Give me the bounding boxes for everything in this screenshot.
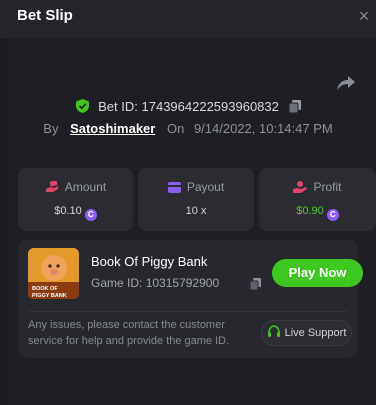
headset-icon xyxy=(267,325,280,337)
coin-hand-icon xyxy=(293,181,308,193)
amount-label: Amount xyxy=(64,180,107,194)
copy-icon[interactable] xyxy=(288,100,301,113)
bet-slip-header: Bet Slip × xyxy=(0,0,376,38)
divider xyxy=(28,311,348,312)
payout-value: 10 x xyxy=(185,205,207,217)
profit-label: Profit xyxy=(313,180,342,194)
shield-check-icon xyxy=(75,99,89,113)
game-id-value: 10315792900 xyxy=(145,276,220,290)
money-hand-icon xyxy=(45,181,58,192)
live-support-label: Live Support xyxy=(284,327,347,339)
game-id-line: Game ID: 10315792900 xyxy=(91,276,219,290)
svg-text:BOOK OF: BOOK OF xyxy=(32,286,58,292)
payout-card: Payout 10 x xyxy=(138,168,254,231)
bet-id-label: Bet ID: xyxy=(98,99,138,114)
by-label: By xyxy=(43,121,59,136)
live-support-button[interactable]: Live Support xyxy=(261,320,352,346)
share-icon[interactable] xyxy=(336,74,356,92)
game-name: Book Of Piggy Bank xyxy=(91,254,208,269)
bet-id-value: 1743964222593960832 xyxy=(141,99,279,114)
profit-value: $0.90 xyxy=(296,205,324,217)
game-card: BOOK OF PIGGY BANK Book Of Piggy Bank Ga… xyxy=(18,240,363,358)
amount-value: $0.10 xyxy=(54,205,82,217)
on-label: On xyxy=(166,121,185,136)
game-id-label: Game ID: xyxy=(91,276,143,290)
play-now-button[interactable]: Play Now xyxy=(272,259,363,287)
username-link[interactable]: Satoshimaker xyxy=(70,121,155,136)
copy-icon[interactable] xyxy=(250,278,261,290)
svg-text:PIGGY BANK: PIGGY BANK xyxy=(32,293,67,299)
amount-card: Amount $0.10 C xyxy=(18,168,133,231)
piggy-bank-image: BOOK OF PIGGY BANK xyxy=(28,248,79,299)
coin-icon: C xyxy=(84,209,97,221)
game-thumbnail[interactable]: BOOK OF PIGGY BANK xyxy=(28,248,79,299)
support-message: Any issues, please contact the customer … xyxy=(28,319,230,347)
wallet-icon xyxy=(167,182,181,193)
profit-card: Profit $0.90 C xyxy=(259,168,376,231)
close-icon[interactable]: × xyxy=(354,6,374,26)
payout-label: Payout xyxy=(186,180,225,194)
coin-icon: C xyxy=(326,209,339,221)
bet-author-line: By Satoshimaker On 9/14/2022, 10:14:47 P… xyxy=(0,121,376,139)
bet-id-line: Bet ID: 1743964222593960832 xyxy=(0,99,376,117)
bet-datetime: 9/14/2022, 10:14:47 PM xyxy=(193,121,333,136)
modal-title: Bet Slip xyxy=(17,7,73,24)
